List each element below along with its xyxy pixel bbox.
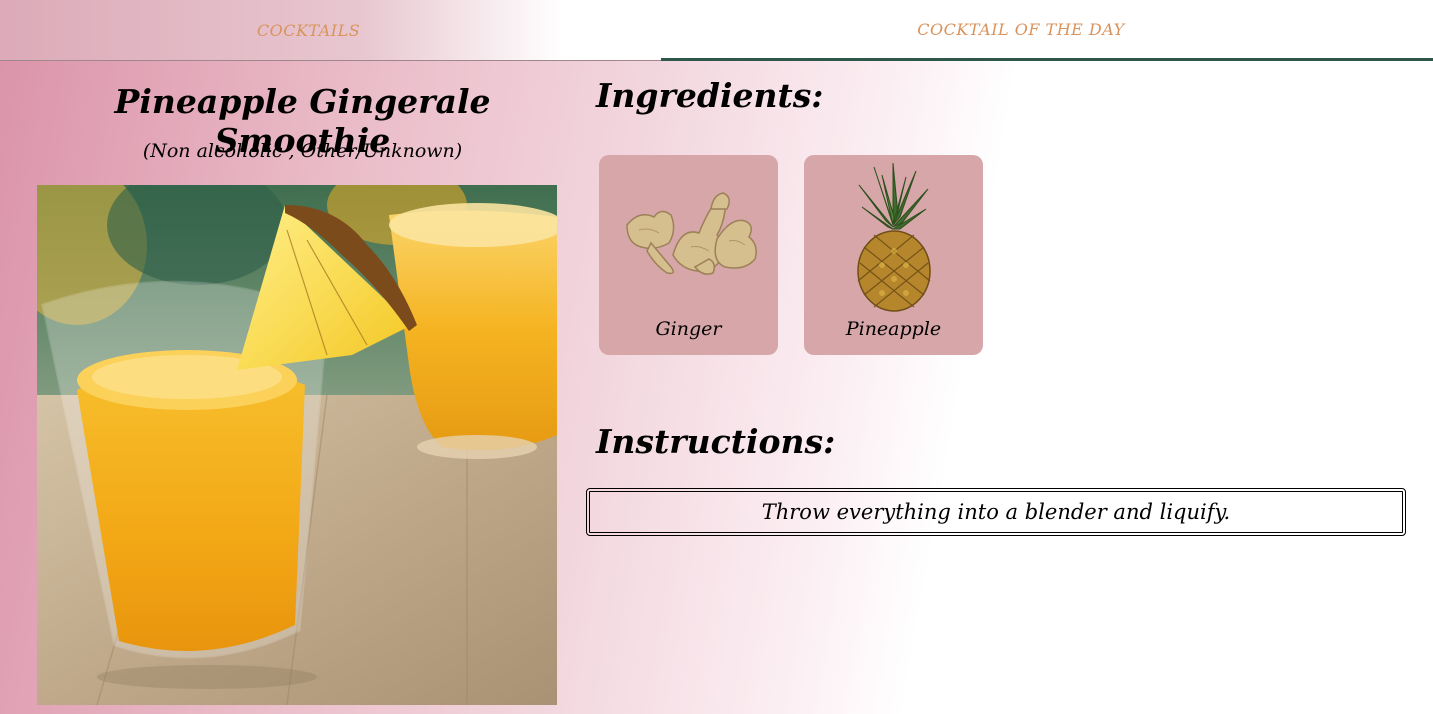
top-tabs: COCKTAILS COCKTAIL OF THE DAY (0, 0, 1433, 61)
drink-photo (37, 185, 557, 705)
ingredients-heading: Ingredients: (596, 76, 824, 115)
ingredient-name-pineapple: Pineapple (845, 318, 942, 340)
pineapple-smoothie-photo-image (37, 185, 557, 705)
instructions-text: Throw everything into a blender and liqu… (586, 488, 1406, 536)
ingredient-name-ginger: Ginger (655, 318, 722, 340)
drink-category: (Non alcoholic , Other/Unknown) (142, 140, 463, 162)
tab-cocktails-label: COCKTAILS (256, 20, 361, 40)
ginger-root-image (626, 192, 757, 275)
instructions-heading: Instructions: (596, 422, 836, 461)
ingredient-card-pineapple[interactable]: Pineapple (804, 155, 983, 355)
tab-cocktail-of-the-day-label: COCKTAIL OF THE DAY (917, 19, 1125, 39)
pineapple-image (857, 162, 931, 312)
tab-cocktail-of-the-day[interactable]: COCKTAIL OF THE DAY (661, 0, 1433, 61)
ingredient-card-ginger[interactable]: Ginger (599, 155, 778, 355)
tab-cocktails[interactable]: COCKTAILS (0, 0, 661, 61)
